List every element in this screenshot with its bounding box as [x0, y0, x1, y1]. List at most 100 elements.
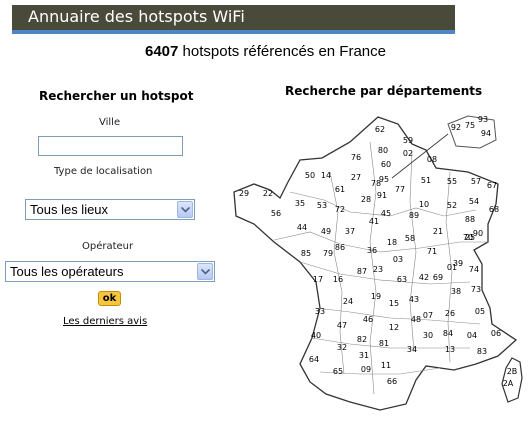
department-50[interactable]: 50 [305, 171, 315, 180]
department-18[interactable]: 18 [387, 238, 397, 247]
department-35[interactable]: 35 [295, 199, 305, 208]
department-83[interactable]: 83 [477, 347, 487, 356]
hotspot-count-line: 6407 hotspots référencés en France [0, 43, 531, 60]
department-41[interactable]: 41 [369, 217, 379, 226]
department-72[interactable]: 72 [335, 205, 345, 214]
department-17[interactable]: 17 [313, 275, 323, 284]
department-42[interactable]: 42 [419, 273, 429, 282]
department-78[interactable]: 78 [371, 179, 381, 188]
department-06[interactable]: 06 [491, 329, 501, 338]
department-28[interactable]: 28 [361, 195, 371, 204]
department-81[interactable]: 81 [379, 339, 389, 348]
department-48[interactable]: 48 [411, 315, 421, 324]
department-13[interactable]: 13 [445, 345, 455, 354]
department-43[interactable]: 43 [409, 295, 419, 304]
department-88[interactable]: 88 [465, 215, 475, 224]
department-25[interactable]: 25 [465, 233, 475, 242]
department-16[interactable]: 16 [333, 275, 343, 284]
department-87[interactable]: 87 [357, 267, 367, 276]
department-37[interactable]: 37 [345, 227, 355, 236]
department-22[interactable]: 22 [263, 189, 273, 198]
department-67[interactable]: 67 [487, 181, 497, 190]
department-07[interactable]: 07 [423, 311, 433, 320]
department-29[interactable]: 29 [239, 189, 249, 198]
department-52[interactable]: 52 [447, 201, 457, 210]
department-09[interactable]: 09 [361, 365, 371, 374]
department-36[interactable]: 36 [367, 246, 377, 255]
department-34[interactable]: 34 [407, 345, 417, 354]
department-79[interactable]: 79 [323, 249, 333, 258]
department-2b[interactable]: 2B [507, 367, 518, 376]
department-11[interactable]: 11 [381, 361, 391, 370]
department-57[interactable]: 57 [471, 177, 481, 186]
ville-input[interactable] [38, 136, 183, 156]
department-68[interactable]: 68 [489, 205, 499, 214]
department-01[interactable]: 01 [447, 263, 457, 272]
department-05[interactable]: 05 [475, 307, 485, 316]
department-24[interactable]: 24 [343, 297, 353, 306]
department-45[interactable]: 45 [381, 209, 391, 218]
department-04[interactable]: 04 [467, 331, 477, 340]
ok-button[interactable]: ok [98, 291, 121, 306]
chevron-down-icon[interactable] [177, 201, 193, 218]
department-84[interactable]: 84 [443, 329, 453, 338]
department-59[interactable]: 59 [403, 136, 413, 145]
department-10[interactable]: 10 [419, 200, 429, 209]
department-85[interactable]: 85 [301, 249, 311, 258]
department-23[interactable]: 23 [373, 265, 383, 274]
department-19[interactable]: 19 [371, 292, 381, 301]
department-64[interactable]: 64 [309, 355, 319, 364]
department-44[interactable]: 44 [297, 223, 307, 232]
department-38[interactable]: 38 [451, 287, 461, 296]
department-69[interactable]: 69 [433, 273, 443, 282]
department-71[interactable]: 71 [427, 247, 437, 256]
department-55[interactable]: 55 [447, 177, 457, 186]
department-86[interactable]: 86 [335, 243, 345, 252]
department-93[interactable]: 93 [478, 115, 488, 124]
department-66[interactable]: 66 [387, 377, 397, 386]
department-26[interactable]: 26 [445, 309, 455, 318]
department-82[interactable]: 82 [357, 335, 367, 344]
department-40[interactable]: 40 [311, 331, 321, 340]
department-89[interactable]: 89 [409, 211, 419, 220]
department-02[interactable]: 02 [403, 149, 413, 158]
department-62[interactable]: 62 [375, 125, 385, 134]
department-03[interactable]: 03 [393, 255, 403, 264]
department-65[interactable]: 65 [333, 367, 343, 376]
department-33[interactable]: 33 [315, 307, 325, 316]
department-12[interactable]: 12 [389, 323, 399, 332]
department-2a[interactable]: 2A [503, 379, 514, 388]
department-73[interactable]: 73 [471, 285, 481, 294]
department-32[interactable]: 32 [337, 343, 347, 352]
department-75[interactable]: 75 [465, 121, 475, 130]
department-76[interactable]: 76 [351, 153, 361, 162]
department-46[interactable]: 46 [363, 315, 373, 324]
chevron-down-icon[interactable] [197, 263, 213, 280]
department-61[interactable]: 61 [335, 185, 345, 194]
department-74[interactable]: 74 [469, 265, 479, 274]
department-27[interactable]: 27 [351, 173, 361, 182]
department-21[interactable]: 21 [433, 227, 443, 236]
department-47[interactable]: 47 [337, 321, 347, 330]
department-56[interactable]: 56 [271, 209, 281, 218]
operator-select[interactable]: Tous les opérateurs [5, 261, 215, 282]
department-53[interactable]: 53 [317, 201, 327, 210]
department-30[interactable]: 30 [423, 331, 433, 340]
department-51[interactable]: 51 [421, 176, 431, 185]
department-92[interactable]: 92 [451, 123, 461, 132]
latest-reviews-link[interactable]: Les derniers avis [63, 316, 147, 327]
department-49[interactable]: 49 [321, 227, 331, 236]
department-15[interactable]: 15 [389, 299, 399, 308]
department-91[interactable]: 91 [377, 191, 387, 200]
department-60[interactable]: 60 [381, 160, 391, 169]
department-94[interactable]: 94 [481, 129, 491, 138]
department-31[interactable]: 31 [359, 351, 369, 360]
department-08[interactable]: 08 [427, 155, 437, 164]
department-54[interactable]: 54 [469, 197, 479, 206]
department-77[interactable]: 77 [395, 185, 405, 194]
department-63[interactable]: 63 [397, 275, 407, 284]
type-localisation-select[interactable]: Tous les lieux [25, 199, 195, 220]
department-14[interactable]: 14 [321, 171, 331, 180]
department-58[interactable]: 58 [405, 234, 415, 243]
department-80[interactable]: 80 [378, 146, 388, 155]
